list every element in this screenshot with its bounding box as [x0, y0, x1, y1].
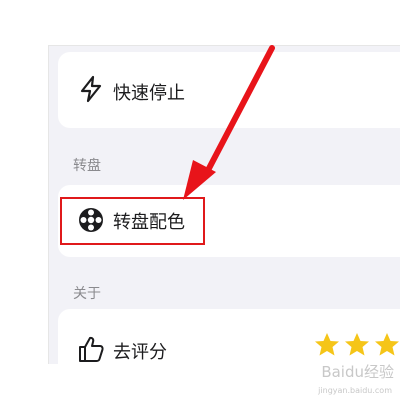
thumbs-up-icon [79, 336, 104, 362]
wheel-section-title: 转盘 [73, 158, 101, 174]
highlight-box [60, 197, 205, 245]
star-icon [375, 333, 399, 356]
quick-stop-row[interactable]: 快速停止 [58, 52, 400, 128]
rating-stars [315, 333, 399, 356]
lightning-icon [80, 75, 102, 103]
rate-label: 去评分 [113, 342, 167, 363]
watermark-text: Baidu经验 [321, 363, 394, 381]
star-icon [315, 333, 339, 356]
star-icon [345, 333, 369, 356]
about-section-title: 关于 [73, 286, 101, 302]
watermark-subtext: jingyan.baidu.com [318, 386, 392, 395]
quick-stop-label: 快速停止 [113, 83, 185, 104]
